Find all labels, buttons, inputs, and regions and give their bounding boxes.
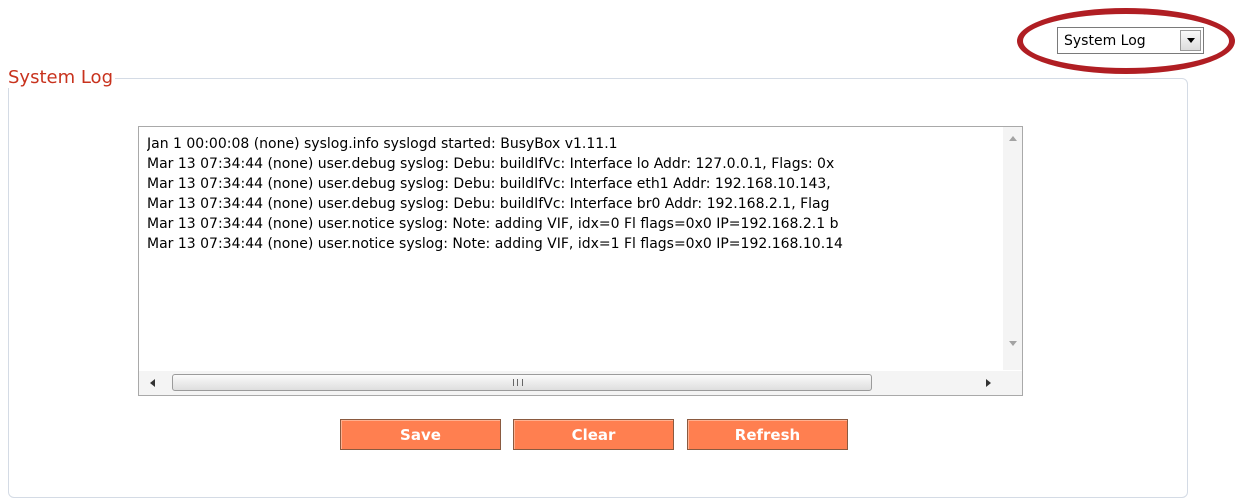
chevron-down-icon xyxy=(1186,38,1195,43)
grip-icon xyxy=(513,379,523,386)
log-line: Jan 1 00:00:08 (none) syslog.info syslog… xyxy=(147,136,618,152)
log-line: Mar 13 07:34:44 (none) user.debug syslog… xyxy=(147,156,835,172)
log-line: Mar 13 07:34:44 (none) user.debug syslog… xyxy=(147,196,830,212)
log-textarea[interactable]: Jan 1 00:00:08 (none) syslog.info syslog… xyxy=(138,126,1023,396)
scroll-down-icon[interactable] xyxy=(1009,341,1017,346)
refresh-button[interactable]: Refresh xyxy=(687,419,848,450)
panel-title: System Log xyxy=(6,67,115,88)
log-line: Mar 13 07:34:44 (none) user.notice syslo… xyxy=(147,216,839,232)
horizontal-scrollbar[interactable] xyxy=(139,371,1022,395)
log-line: Mar 13 07:34:44 (none) user.notice syslo… xyxy=(147,236,843,252)
clear-button[interactable]: Clear xyxy=(513,419,674,450)
log-line: Mar 13 07:34:44 (none) user.debug syslog… xyxy=(147,176,831,192)
scroll-left-icon[interactable] xyxy=(150,379,155,387)
log-type-select-value: System Log xyxy=(1064,32,1146,49)
save-button[interactable]: Save xyxy=(340,419,501,450)
vertical-scrollbar[interactable] xyxy=(1003,127,1022,370)
scrollbar-thumb[interactable] xyxy=(172,374,872,391)
scroll-right-icon[interactable] xyxy=(986,379,991,387)
log-type-select[interactable]: System Log xyxy=(1057,27,1204,54)
scroll-up-icon[interactable] xyxy=(1009,136,1017,141)
dropdown-button[interactable] xyxy=(1180,30,1201,51)
log-lines: Jan 1 00:00:08 (none) syslog.info syslog… xyxy=(147,134,1002,254)
